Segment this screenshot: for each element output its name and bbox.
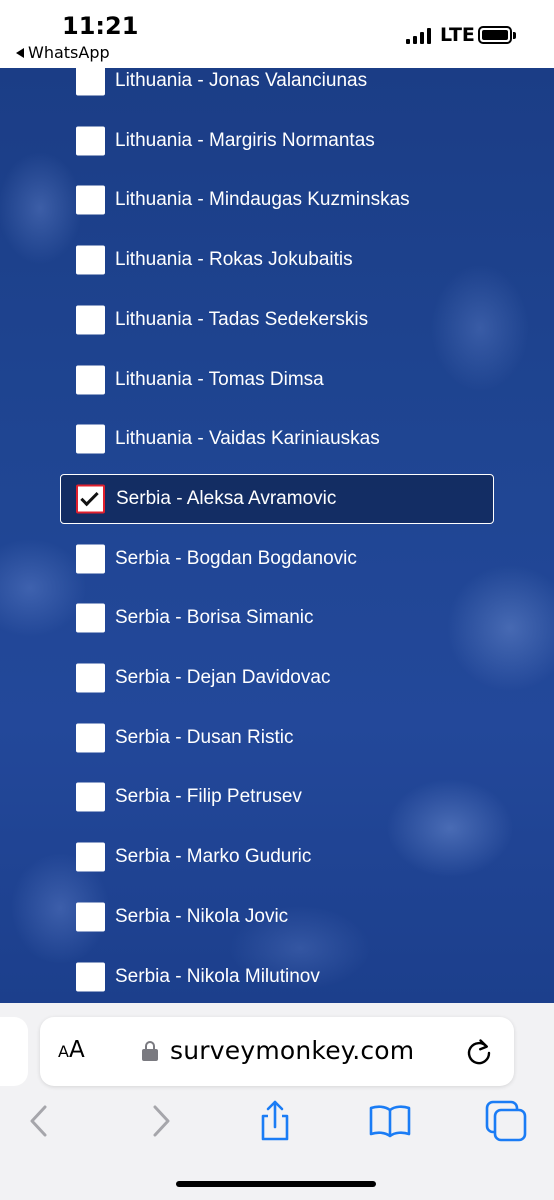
text-size-big: A [68,1037,85,1063]
signal-strength-icon [406,28,431,44]
text-size-small: A [58,1042,69,1061]
option-label: Lithuania - Mindaugas Kuzminskas [115,189,410,211]
survey-option[interactable]: Lithuania - Margiris Normantas [60,116,494,166]
url-text[interactable]: surveymonkey.com [170,1036,414,1065]
survey-option[interactable]: Lithuania - Rokas Jokubaitis [60,235,494,285]
survey-option[interactable]: Lithuania - Tomas Dimsa [60,355,494,405]
option-label: Lithuania - Jonas Valanciunas [115,70,368,91]
checkbox[interactable] [76,782,105,812]
chevron-left-icon[interactable] [18,1099,62,1143]
address-bar[interactable]: AA surveymonkey.com [40,1017,514,1086]
status-bar: 11:21 WhatsApp LTE [0,0,554,68]
survey-option[interactable]: Serbia - Aleksa Avramovic [60,473,494,524]
survey-option[interactable]: Lithuania - Mindaugas Kuzminskas [60,175,494,225]
option-label: Lithuania - Margiris Normantas [115,129,375,151]
battery-icon [478,26,512,44]
browser-toolbar: AA surveymonkey.com [0,1003,554,1200]
option-label: Serbia - Bogdan Bogdanovic [115,547,357,569]
checkbox[interactable] [76,902,105,932]
lock-icon [142,1041,158,1061]
option-label: Lithuania - Tomas Dimsa [115,368,324,390]
status-time: 11:21 [62,12,139,40]
survey-option[interactable]: Lithuania - Vaidas Kariniauskas [60,414,494,464]
option-label: Serbia - Dusan Ristic [115,726,294,748]
survey-option[interactable]: Lithuania - Jonas Valanciunas [60,68,494,106]
previous-tab-preview[interactable] [0,1017,28,1086]
option-label: Serbia - Filip Petrusev [115,786,302,808]
checkbox[interactable] [76,603,105,633]
share-icon[interactable] [253,1099,297,1143]
survey-option[interactable]: Lithuania - Tadas Sedekerskis [60,295,494,345]
checkbox[interactable] [76,365,105,394]
checkmark-icon [80,487,99,507]
survey-option[interactable]: Serbia - Dejan Davidovac [60,653,494,703]
home-indicator[interactable] [176,1181,376,1187]
checkbox[interactable] [76,424,105,454]
checkbox[interactable] [76,544,105,574]
survey-option[interactable]: Serbia - Dusan Ristic [60,713,494,763]
option-label: Serbia - Dejan Davidovac [115,667,331,688]
battery-cap [513,32,516,39]
survey-option[interactable]: Serbia - Marko Guduric [60,832,494,882]
checkbox[interactable] [76,185,105,215]
checkbox[interactable] [76,663,105,693]
back-triangle-icon [16,47,24,58]
survey-option[interactable]: Serbia - Bogdan Bogdanovic [60,534,494,584]
tabs-icon[interactable] [484,1099,528,1143]
checkbox[interactable] [76,305,105,335]
survey-options-list: Lithuania - Jonas Valanciunas Lithuania -… [0,68,554,1003]
option-label: Serbia - Nikola Jovic [115,905,289,927]
survey-option[interactable]: Serbia - Nikola Milutinov [60,952,494,1002]
text-size-button[interactable]: AA [58,1037,85,1063]
back-to-app-link[interactable]: WhatsApp [16,43,110,62]
network-type: LTE [440,24,475,46]
checkbox[interactable] [76,723,105,753]
reload-icon[interactable] [464,1037,494,1067]
back-app-label: WhatsApp [28,43,110,62]
option-label: Lithuania - Rokas Jokubaitis [115,249,353,271]
checkbox[interactable] [76,962,105,991]
checkbox[interactable] [76,842,105,872]
option-label: Serbia - Borisa Simanic [115,607,314,629]
option-label: Serbia - Marko Guduric [115,846,312,868]
checkbox[interactable] [76,245,105,275]
checkbox-checked[interactable] [76,484,105,514]
survey-option[interactable]: Serbia - Filip Petrusev [60,772,494,822]
option-label: Serbia - Aleksa Avramovic [116,487,337,509]
chevron-right-icon[interactable] [138,1099,182,1143]
survey-option[interactable]: Serbia - Borisa Simanic [60,593,494,643]
checkbox[interactable] [76,126,105,156]
option-label: Lithuania - Tadas Sedekerskis [115,308,369,330]
survey-option[interactable]: Serbia - Nikola Jovic [60,892,494,942]
option-label: Serbia - Nikola Milutinov [115,965,320,987]
option-label: Lithuania - Vaidas Kariniauskas [115,428,380,450]
checkbox[interactable] [76,68,105,96]
book-icon[interactable] [368,1099,412,1143]
